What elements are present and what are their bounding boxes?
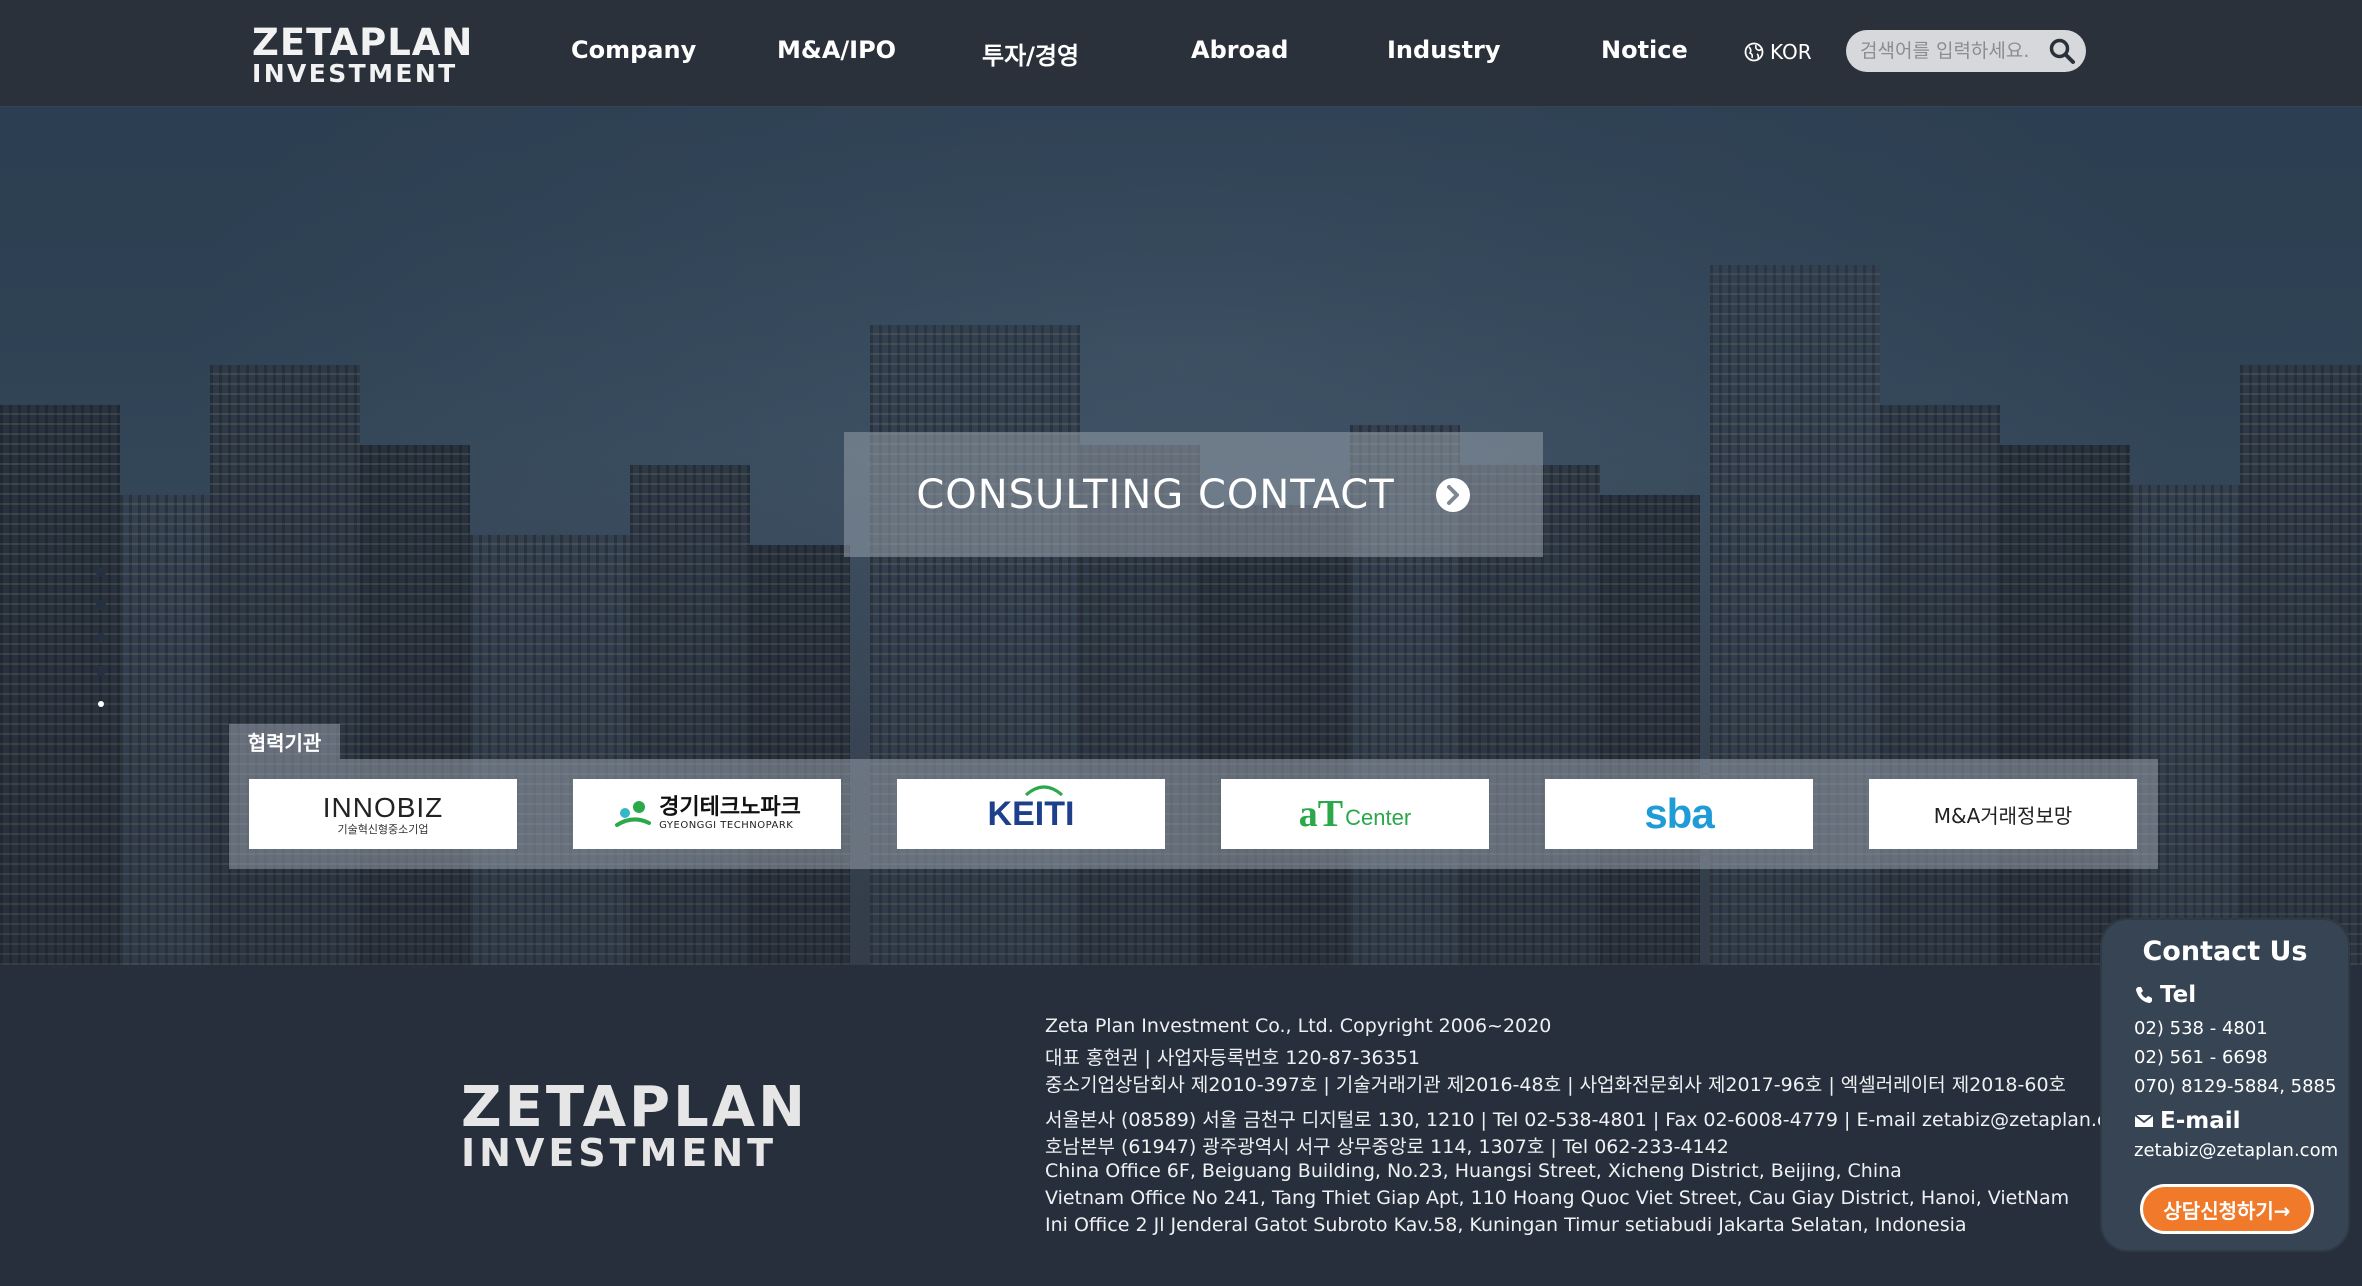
contact-email-label-row: E-mail: [2134, 1108, 2241, 1134]
footer-indonesia-office: Ini Office 2 Jl Jenderal Gatot Subroto K…: [1045, 1214, 1967, 1236]
slide-dot-5[interactable]: [98, 701, 104, 707]
keiti-leaf-icon: [1024, 785, 1063, 796]
footer-seoul-office: 서울본사 (08589) 서울 금천구 디지털로 130, 1210 | Tel…: [1045, 1109, 2138, 1131]
footer-logo: ZETAPLAN INVESTMENT: [461, 1075, 811, 1175]
logo-line1: ZETAPLAN: [252, 21, 474, 64]
hero-banner: CONSULTING CONTACT 협력기관 INNOBIZ 기술혁신형중소기…: [0, 107, 2362, 965]
contact-email-value[interactable]: zetabiz@zetaplan.com: [2134, 1140, 2338, 1161]
mail-icon: [2134, 1114, 2154, 1127]
footer-logo-line1: ZETAPLAN: [461, 1075, 808, 1140]
slide-dot-2[interactable]: [96, 600, 106, 610]
contact-email-label: E-mail: [2160, 1108, 2241, 1134]
site-header: ZETAPLAN INVESTMENT Company M&A/IPO 투자/경…: [0, 0, 2362, 107]
partner-at-name: aT: [1298, 793, 1344, 835]
partner-innobiz-name: INNOBIZ: [322, 791, 444, 823]
slide-dot-1[interactable]: [96, 567, 106, 577]
nav-company[interactable]: Company: [571, 36, 696, 68]
consulting-contact-label: CONSULTING CONTACT: [916, 471, 1395, 518]
nav-ma-ipo[interactable]: M&A/IPO: [777, 36, 896, 68]
nav-industry[interactable]: Industry: [1387, 36, 1501, 68]
partner-gyeonggi-name: 경기테크노파크: [659, 795, 801, 820]
footer-honam-office: 호남본부 (61947) 광주광역시 서구 상무중앙로 114, 1307호 |…: [1045, 1136, 1729, 1158]
consultation-apply-button[interactable]: 상담신청하기→: [2140, 1184, 2314, 1234]
footer-logo-line2: INVESTMENT: [461, 1131, 778, 1175]
consulting-contact-button[interactable]: CONSULTING CONTACT: [844, 432, 1543, 557]
slide-pagination: [96, 567, 110, 717]
footer-registrations: 중소기업상담회사 제2010-397호 | 기술거래기관 제2016-48호 |…: [1045, 1074, 2067, 1096]
partner-gyeonggi-technopark[interactable]: 경기테크노파크 GYEONGGI TECHNOPARK: [573, 779, 841, 849]
partner-keiti[interactable]: KEITI: [897, 779, 1165, 849]
contact-tel-label: Tel: [2160, 982, 2197, 1008]
search-box: [1846, 30, 2086, 72]
partner-sba[interactable]: sba: [1545, 779, 1813, 849]
partner-sba-name: sba: [1644, 790, 1714, 837]
partner-innobiz-sub: 기술혁신형중소기업: [337, 822, 429, 836]
partner-at-sub: Center: [1345, 805, 1412, 830]
slide-dot-4[interactable]: [96, 666, 106, 676]
gyeonggi-mark-icon: [615, 801, 652, 827]
phone-icon: [2136, 987, 2152, 1003]
partners-tab: 협력기관: [229, 724, 340, 759]
contact-tel-3[interactable]: 070) 8129-5884, 5885: [2134, 1076, 2336, 1097]
nav-abroad[interactable]: Abroad: [1191, 36, 1288, 68]
slide-dot-3[interactable]: [96, 633, 106, 643]
circle-chevron-right-icon: [1435, 477, 1470, 512]
partner-keiti-name: KEITI: [987, 794, 1075, 833]
footer-vietnam-office: Vietnam Office No 241, Tang Thiet Giap A…: [1045, 1187, 2070, 1209]
language-selector[interactable]: KOR: [1744, 38, 1812, 66]
nav-investment-management[interactable]: 투자/경영: [982, 36, 1079, 70]
contact-tel-1[interactable]: 02) 538 - 4801: [2134, 1018, 2268, 1039]
partner-ma-name: M&A거래정보망: [1933, 803, 2073, 828]
partner-gyeonggi-sub: GYEONGGI TECHNOPARK: [659, 820, 794, 831]
contact-title: Contact Us: [2142, 936, 2308, 967]
footer-copyright: Zeta Plan Investment Co., Ltd. Copyright…: [1045, 1015, 1552, 1037]
language-label: KOR: [1770, 40, 1812, 64]
footer-business-info: 대표 홍현권 | 사업자등록번호 120-87-36351: [1045, 1047, 1420, 1069]
logo-line2: INVESTMENT: [252, 59, 458, 88]
site-logo[interactable]: ZETAPLAN INVESTMENT: [252, 21, 474, 86]
partners-strip: INNOBIZ 기술혁신형중소기업 경기테크노파크 GYEONGGI TECHN…: [229, 759, 2158, 869]
footer-china-office: China Office 6F, Beiguang Building, No.2…: [1045, 1160, 1902, 1182]
contact-tel-label-row: Tel: [2134, 982, 2196, 1008]
search-icon[interactable]: [2048, 37, 2076, 65]
globe-icon: [1744, 42, 1764, 62]
nav-notice[interactable]: Notice: [1601, 36, 1688, 68]
partner-ma-exchange[interactable]: M&A거래정보망: [1869, 779, 2137, 849]
search-input[interactable]: [1860, 36, 2046, 66]
contact-us-widget: Contact Us Tel 02) 538 - 4801 02) 561 - …: [2100, 918, 2350, 1252]
contact-tel-2[interactable]: 02) 561 - 6698: [2134, 1047, 2268, 1068]
partner-innobiz[interactable]: INNOBIZ 기술혁신형중소기업: [249, 779, 517, 849]
partner-at-center[interactable]: aT Center: [1221, 779, 1489, 849]
